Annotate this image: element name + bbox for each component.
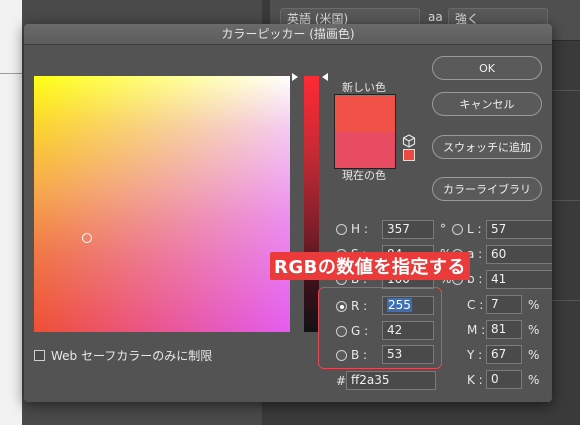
panel-divider <box>552 90 580 91</box>
y-field[interactable]: 67 <box>486 345 522 364</box>
m-field[interactable]: 81 <box>486 320 522 339</box>
h-unit: ° <box>440 222 446 236</box>
websafe-checkbox[interactable] <box>34 350 45 361</box>
hue-slider[interactable] <box>304 76 319 332</box>
h-radio[interactable] <box>336 224 347 235</box>
current-color-swatch[interactable] <box>334 131 396 169</box>
dialog-title: カラーピッカー (描画色) <box>24 24 552 45</box>
color-picker-dialog: カラーピッカー (描画色) 新しい色 現在の色 OK キャンセル スウォッチに追… <box>24 24 552 402</box>
y-label: Y : <box>467 348 483 362</box>
l-label: L : <box>467 222 482 236</box>
slider-handle-right[interactable] <box>322 73 328 81</box>
slider-handle-left[interactable] <box>292 73 298 81</box>
background-canvas <box>0 0 22 425</box>
m-unit: % <box>528 323 540 337</box>
ok-button[interactable]: OK <box>432 56 542 80</box>
h-label: H : <box>351 222 368 236</box>
panel-divider <box>552 300 580 301</box>
hex-field[interactable]: ff2a35 <box>346 371 436 390</box>
a-field[interactable]: 60 <box>486 245 552 264</box>
b-lab-field[interactable]: 41 <box>486 270 552 289</box>
out-of-gamut-swatch[interactable] <box>403 149 415 161</box>
color-field-cursor[interactable] <box>82 233 92 243</box>
l-field[interactable]: 57 <box>486 220 552 239</box>
current-color-label: 現在の色 <box>342 169 386 182</box>
k-field[interactable]: 0 <box>486 370 522 389</box>
m-label: M : <box>467 323 486 337</box>
c-unit: % <box>528 298 540 312</box>
h-field[interactable]: 357 <box>382 220 434 239</box>
c-label: C : <box>467 298 484 312</box>
new-color-swatch <box>334 94 396 132</box>
rgb-highlight-box <box>318 287 442 369</box>
k-label: K : <box>467 373 483 387</box>
antialias-icon: aa <box>428 10 443 24</box>
new-color-label: 新しい色 <box>342 81 386 94</box>
websafe-label[interactable]: Web セーフカラーのみに制限 <box>51 347 212 364</box>
k-unit: % <box>528 373 540 387</box>
guide-line <box>0 73 22 74</box>
c-field[interactable]: 7 <box>486 295 522 314</box>
hex-label: # <box>336 374 347 388</box>
add-to-swatches-button[interactable]: スウォッチに追加 <box>432 135 542 159</box>
cube-icon[interactable] <box>402 134 416 148</box>
y-unit: % <box>528 348 540 362</box>
color-field[interactable] <box>34 76 290 332</box>
annotation-callout: RGBの数値を指定する <box>270 252 470 280</box>
cancel-button[interactable]: キャンセル <box>432 92 542 116</box>
panel-divider <box>552 200 580 201</box>
color-libraries-button[interactable]: カラーライブラリ <box>432 177 542 201</box>
l-radio[interactable] <box>452 224 463 235</box>
